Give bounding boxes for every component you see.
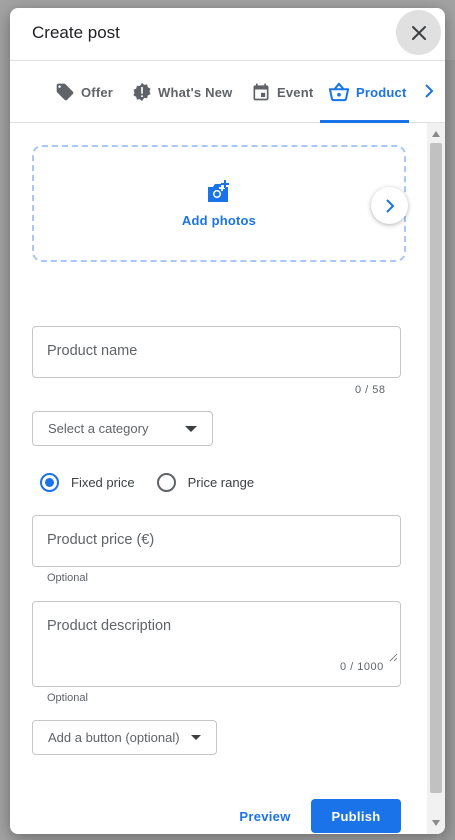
price-helper-text: Optional [47, 572, 88, 584]
scrollbar-thumb[interactable] [430, 143, 442, 793]
badge-alert-icon [133, 82, 151, 102]
add-photo-icon [208, 180, 229, 202]
preview-button[interactable]: Preview [231, 799, 299, 833]
dialog-title: Create post [32, 23, 120, 42]
tab-whats-new-label: What's New [158, 84, 233, 100]
chevron-right-icon [425, 84, 434, 98]
product-price-field[interactable]: Product price (€) [32, 515, 401, 567]
add-photos-label: Add photos [181, 213, 257, 228]
close-button[interactable] [396, 10, 441, 55]
dropdown-caret-icon [185, 426, 197, 432]
product-description-placeholder: Product description [47, 618, 172, 634]
add-photos-area[interactable]: Add photos [32, 145, 406, 262]
price-type-group: Fixed price Price range [40, 467, 254, 497]
calendar-icon [253, 83, 269, 101]
form-body: Add photos Product name 0 / 58 Select a … [10, 123, 427, 834]
product-description-field[interactable]: Product description [32, 601, 401, 687]
product-price-placeholder: Product price (€) [47, 532, 155, 548]
publish-button[interactable]: Publish [311, 799, 401, 833]
tabs-scroll-right-button[interactable] [417, 79, 441, 103]
fixed-price-radio[interactable] [40, 472, 59, 492]
create-post-dialog: Create post Offer What's New Event Produ… [10, 8, 445, 834]
tab-offer-label: Offer [81, 84, 114, 100]
product-name-field[interactable]: Product name [32, 326, 401, 378]
scrollbar[interactable] [427, 123, 445, 834]
price-range-label[interactable]: Price range [188, 475, 254, 490]
basket-icon [328, 82, 350, 102]
close-icon [411, 25, 426, 40]
dropdown-caret-icon [191, 735, 201, 740]
tab-product[interactable]: Product [320, 61, 409, 123]
add-button-select-label: Add a button (optional) [48, 730, 180, 745]
tab-offer[interactable]: Offer [55, 61, 113, 123]
product-name-counter: 0 / 58 [355, 384, 386, 396]
chevron-right-icon [385, 198, 394, 213]
add-button-select[interactable]: Add a button (optional) [32, 720, 217, 755]
scroll-up-icon[interactable] [432, 131, 440, 137]
dialog-header: Create post [10, 8, 445, 61]
price-range-radio[interactable] [156, 472, 176, 492]
tab-product-label: Product [356, 84, 407, 100]
scroll-down-icon[interactable] [432, 820, 440, 826]
product-name-placeholder: Product name [47, 343, 138, 359]
category-select[interactable]: Select a category [32, 411, 213, 446]
photos-next-button[interactable] [371, 187, 408, 224]
description-helper-text: Optional [47, 692, 88, 704]
description-counter: 0 / 1000 [340, 661, 384, 673]
fixed-price-label[interactable]: Fixed price [71, 475, 135, 490]
resize-handle-icon[interactable] [389, 653, 398, 662]
category-select-label: Select a category [48, 421, 149, 436]
tab-event-label: Event [277, 84, 314, 100]
tab-event[interactable]: Event [251, 61, 313, 123]
tag-icon [56, 83, 74, 101]
post-type-tabs: Offer What's New Event Product [10, 61, 445, 123]
tab-whats-new[interactable]: What's New [132, 61, 232, 123]
